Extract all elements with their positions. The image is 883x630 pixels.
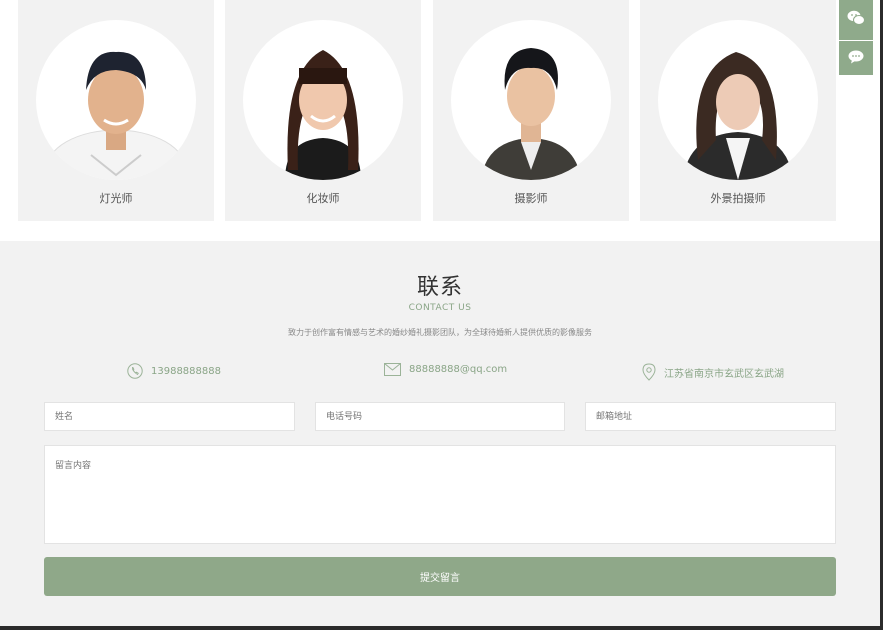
portrait-image xyxy=(481,48,581,180)
phone-number: 13988888888 xyxy=(151,365,221,377)
mail-icon xyxy=(384,363,401,376)
team-member-name: 灯光师 xyxy=(99,192,133,205)
window-edge xyxy=(0,626,883,630)
wechat-button[interactable] xyxy=(839,0,873,40)
email-address: 88888888@qq.com xyxy=(409,364,508,375)
team-member-name: 外景拍摄师 xyxy=(710,192,766,205)
contact-section: 联系 CONTACT US 致力于创作富有情感与艺术的婚纱婚礼摄影团队，为全球待… xyxy=(0,241,880,626)
team-card[interactable]: 化妆师 xyxy=(225,0,421,221)
phone-info: 13988888888 xyxy=(127,363,221,379)
message-icon xyxy=(848,49,864,68)
team-card[interactable]: 外景拍摄师 xyxy=(640,0,836,221)
address-text: 江苏省南京市玄武区玄武湖 xyxy=(664,368,784,380)
contact-title: 联系 xyxy=(416,275,463,300)
message-button[interactable] xyxy=(839,41,873,75)
portrait-image xyxy=(683,52,793,180)
avatar xyxy=(658,20,818,180)
name-input[interactable] xyxy=(44,402,295,431)
avatar xyxy=(36,20,196,180)
portrait-image xyxy=(45,51,187,180)
location-pin-icon xyxy=(642,363,656,381)
team-member-name: 化妆师 xyxy=(306,192,340,205)
message-textarea[interactable] xyxy=(44,445,836,544)
team-card[interactable]: 摄影师 xyxy=(433,0,629,221)
email-input[interactable] xyxy=(585,402,836,431)
team-section: 灯光师 化妆师 摄影师 外景拍摄师 xyxy=(0,0,880,241)
team-card[interactable]: 灯光师 xyxy=(18,0,214,221)
avatar xyxy=(243,20,403,180)
address-info: 江苏省南京市玄武区玄武湖 xyxy=(642,363,784,381)
phone-input[interactable] xyxy=(315,402,565,431)
portrait-image xyxy=(285,50,361,180)
submit-button[interactable]: 提交留言 xyxy=(44,557,836,596)
side-toolbar xyxy=(839,0,873,76)
avatar xyxy=(451,20,611,180)
team-member-name: 摄影师 xyxy=(514,192,548,205)
contact-description: 致力于创作富有情感与艺术的婚纱婚礼摄影团队，为全球待婚新人提供优质的影像服务 xyxy=(288,328,592,337)
contact-subtitle: CONTACT US xyxy=(408,303,472,313)
email-info: 88888888@qq.com xyxy=(384,363,507,376)
wechat-icon xyxy=(847,10,865,30)
phone-icon xyxy=(127,363,143,379)
